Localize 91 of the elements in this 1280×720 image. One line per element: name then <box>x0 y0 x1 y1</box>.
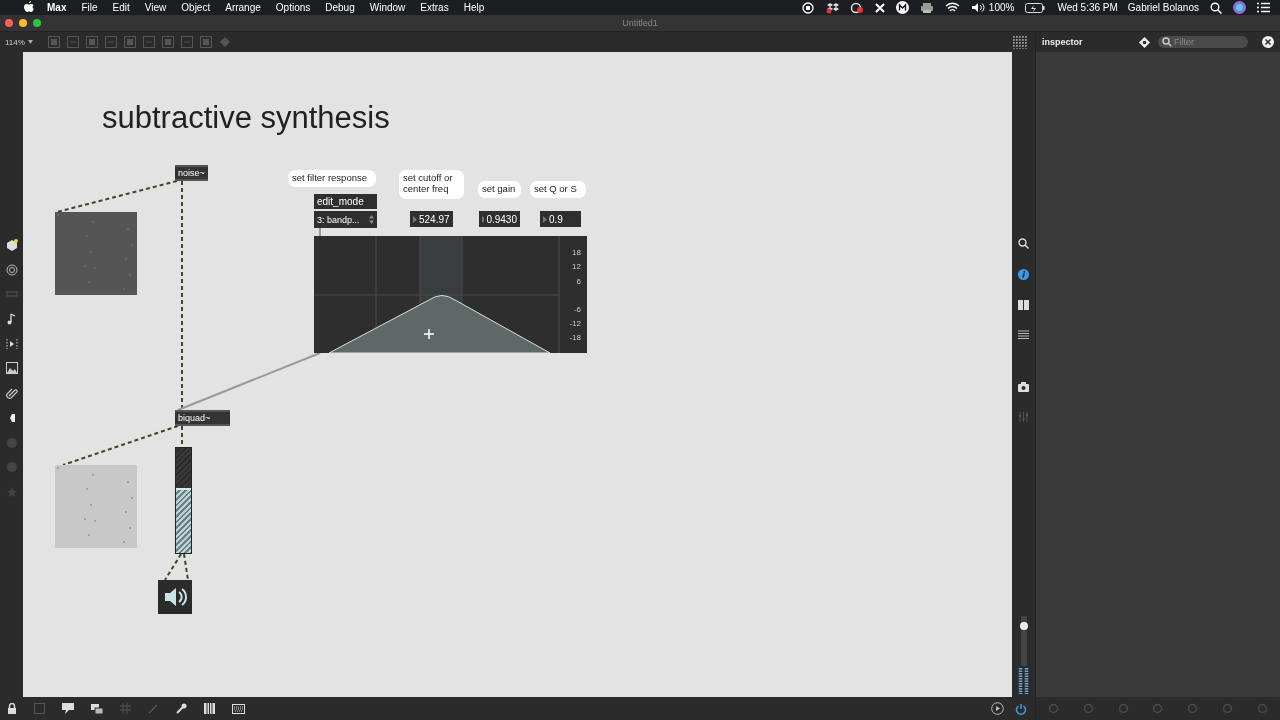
caret-icon <box>27 40 33 44</box>
axis-label: -12 <box>569 318 581 331</box>
power-icon[interactable] <box>1015 702 1027 715</box>
app-menu[interactable]: Max <box>47 2 67 13</box>
response-curve[interactable] <box>328 295 551 353</box>
stepper-icon <box>369 215 374 224</box>
zoom-menu[interactable]: 114% <box>5 37 33 47</box>
windows-icon[interactable] <box>91 703 103 714</box>
slider-thumb[interactable] <box>1019 622 1028 630</box>
record-icon[interactable] <box>801 1 814 14</box>
search-icon <box>1162 37 1172 47</box>
patch-cord[interactable] <box>164 553 182 581</box>
cross-icon[interactable] <box>874 2 885 13</box>
comment-bubble: set filter response <box>288 170 376 187</box>
star-icon[interactable] <box>5 485 18 498</box>
object-box[interactable]: noise~ <box>175 165 208 181</box>
menu-item[interactable]: File <box>81 2 98 13</box>
number-box[interactable]: 524.97 <box>410 211 453 227</box>
list-icon[interactable] <box>1018 330 1029 340</box>
crosshair-cursor-icon <box>423 328 435 340</box>
dropbox-icon[interactable] <box>824 1 839 14</box>
clock[interactable]: Wed 5:36 PM <box>1057 2 1118 13</box>
zoom-button[interactable] <box>33 19 41 27</box>
grid-icon[interactable] <box>1013 35 1027 49</box>
patch-title: subtractive synthesis <box>102 100 390 136</box>
volume-slider[interactable] <box>1020 616 1027 666</box>
triangle-icon <box>482 215 485 223</box>
lock-icon[interactable] <box>7 703 17 714</box>
menu-item[interactable]: Options <box>275 2 311 13</box>
speaker-icon[interactable] <box>970 2 985 13</box>
level-meter[interactable] <box>175 447 192 554</box>
info-icon[interactable] <box>1018 269 1029 280</box>
axis-label: -18 <box>569 332 581 345</box>
number-box[interactable]: 0.9 <box>540 211 581 227</box>
battery-icon[interactable] <box>1025 2 1046 13</box>
patch-cord[interactable] <box>62 425 179 466</box>
menu-item[interactable]: Window <box>369 2 406 13</box>
inspector-title: inspector <box>1042 37 1083 47</box>
menu-item[interactable]: Object <box>181 2 211 13</box>
axis-label: 6 <box>576 275 581 288</box>
printer-icon[interactable] <box>919 1 934 14</box>
keyboard-icon[interactable] <box>232 703 245 714</box>
piano-icon[interactable] <box>204 703 215 714</box>
package-icon[interactable] <box>5 239 18 251</box>
search-icon[interactable] <box>1018 238 1029 249</box>
play-icon[interactable] <box>991 702 1004 715</box>
target-icon[interactable] <box>5 263 18 276</box>
image-icon[interactable] <box>5 362 18 375</box>
comment-bubble: set gain <box>478 181 521 198</box>
book-icon[interactable] <box>1018 300 1029 310</box>
comment-bubble: set Q or S <box>530 181 586 198</box>
wifi-icon[interactable] <box>944 2 960 13</box>
search-icon[interactable] <box>1210 1 1222 14</box>
menu-item[interactable]: Extras <box>420 2 449 13</box>
menu-item[interactable]: Help <box>463 2 485 13</box>
play-icon[interactable] <box>5 337 18 350</box>
menu-item[interactable]: Debug <box>325 2 355 13</box>
siri-icon[interactable] <box>1233 1 1246 14</box>
message-box[interactable]: edit_mode <box>314 194 377 209</box>
axis-label: 18 <box>572 247 581 259</box>
filter-graph[interactable]: 18 12 6 -6 -12 -18 <box>314 236 587 353</box>
close-button[interactable] <box>5 19 13 27</box>
triangle-icon <box>413 215 417 223</box>
music-note-icon[interactable] <box>5 313 18 326</box>
speaker-button[interactable] <box>158 580 192 614</box>
object-box[interactable]: biquad~ <box>175 410 230 426</box>
battery-percentage: 100% <box>988 2 1015 13</box>
camera-icon[interactable] <box>1018 382 1029 392</box>
minimize-button[interactable] <box>19 19 27 27</box>
comment-bubble: set cutoff or center freq <box>399 170 464 199</box>
diamond-icon[interactable] <box>1139 36 1150 48</box>
paperclip-icon[interactable] <box>5 387 18 400</box>
number-box[interactable]: 0.9430 <box>479 211 520 227</box>
axis-label: 12 <box>572 261 581 274</box>
close-icon[interactable] <box>1262 36 1274 48</box>
triangle-icon <box>543 215 547 223</box>
level-meter-icon <box>1018 668 1029 694</box>
dropdown-menu[interactable]: 3: bandp... <box>314 211 377 228</box>
axis-label: -6 <box>573 303 581 316</box>
circle-m-icon[interactable] <box>895 1 909 14</box>
filter-field[interactable]: Filter <box>1158 36 1248 48</box>
user-name[interactable]: Gabriel Bolanos <box>1127 2 1199 13</box>
menu-item[interactable]: View <box>144 2 167 13</box>
window-title: Untitled1 <box>622 18 658 28</box>
apple-icon[interactable] <box>23 1 35 14</box>
wrench-icon[interactable] <box>176 703 187 714</box>
chat-icon[interactable] <box>62 703 74 714</box>
patch-cord[interactable] <box>56 180 178 213</box>
menu-item[interactable]: Edit <box>112 2 130 13</box>
menu-item[interactable]: Arrange <box>225 2 261 13</box>
patch-cord[interactable] <box>183 553 189 581</box>
